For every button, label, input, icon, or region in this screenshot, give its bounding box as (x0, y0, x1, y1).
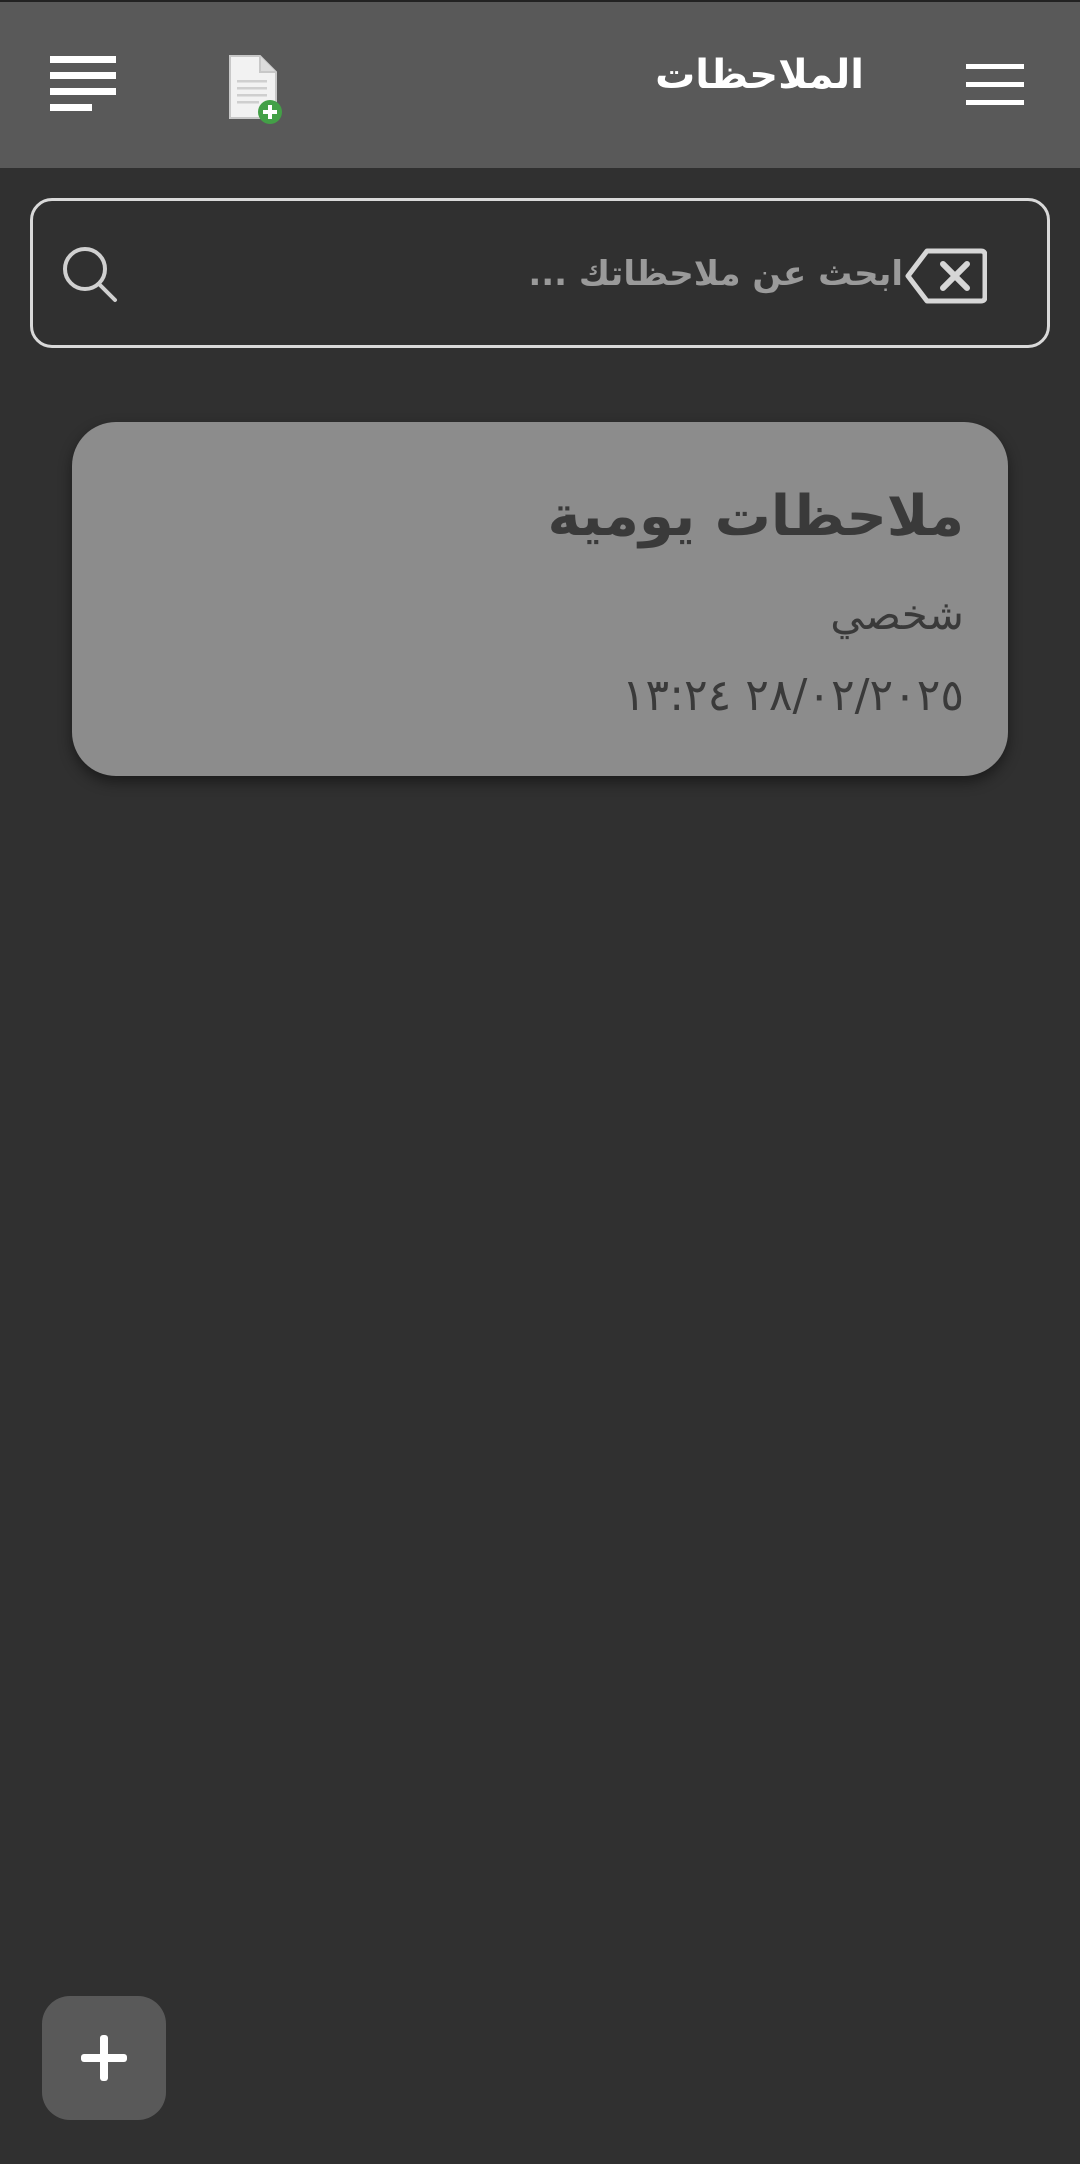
top-app-bar: الملاحظات (0, 0, 1080, 168)
note-title: ملاحظات يومية (547, 484, 964, 549)
page-title: الملاحظات (655, 52, 864, 98)
search-icon[interactable] (61, 245, 123, 307)
note-card[interactable]: ملاحظات يومية شخصي ٢٨/٠٢/٢٠٢٥ ١٣:٢٤ (72, 422, 1008, 776)
new-document-icon[interactable] (226, 54, 284, 126)
text-align-icon[interactable] (50, 56, 116, 118)
search-bar (30, 198, 1050, 348)
backspace-clear-icon[interactable] (905, 247, 988, 305)
add-note-button[interactable] (42, 1996, 166, 2120)
search-input[interactable] (143, 241, 903, 307)
plus-icon (81, 2035, 127, 2081)
note-category: شخصي (830, 590, 964, 639)
note-date: ٢٨/٠٢/٢٠٢٥ ١٣:٢٤ (621, 670, 964, 721)
hamburger-menu-icon[interactable] (966, 64, 1024, 106)
